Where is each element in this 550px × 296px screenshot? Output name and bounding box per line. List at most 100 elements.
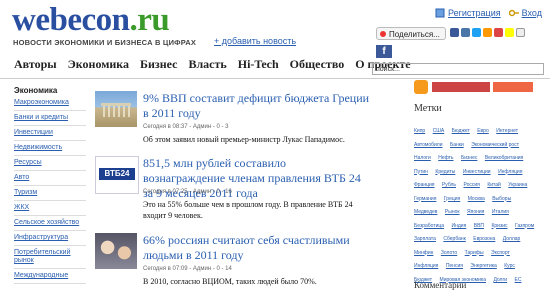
site-logo[interactable]: webecon.ru	[12, 2, 170, 38]
tag-link[interactable]: Кризис	[491, 221, 507, 232]
register-label: Регистрация	[448, 8, 501, 18]
tag-link[interactable]: Экспорт	[491, 248, 510, 259]
article-meta: Сегодня в 07:25 - Админ - 0 - 16	[143, 189, 232, 195]
tag-link[interactable]: Москва	[468, 194, 485, 205]
tag-link[interactable]: Италия	[492, 207, 509, 218]
sidebar-item[interactable]: Международные	[14, 269, 86, 284]
parthenon-image	[101, 103, 131, 117]
sidebar-item[interactable]: Недвижимость	[14, 141, 86, 156]
sidebar-item[interactable]: Потребительский рынок	[14, 246, 86, 269]
rss-icon[interactable]	[414, 80, 428, 94]
subscribe-counter[interactable]	[432, 82, 490, 92]
tag-link[interactable]: Сбербанк	[443, 234, 465, 245]
tag-link[interactable]: Интернет	[496, 126, 518, 137]
article-thumbnail[interactable]: ВТБ24	[95, 156, 139, 194]
tag-link[interactable]: Рубль	[442, 180, 456, 191]
key-icon	[508, 9, 519, 17]
nav-economy[interactable]: Экономика	[68, 57, 129, 72]
vk-icon[interactable]	[461, 28, 470, 37]
sidebar-item[interactable]: Ресурсы	[14, 156, 86, 171]
nav-business[interactable]: Бизнес	[140, 57, 177, 72]
tag-link[interactable]: США	[433, 126, 445, 137]
sidebar-item[interactable]: Инфраструктура	[14, 231, 86, 246]
top-links: Регистрация Вход	[435, 8, 542, 18]
bookmark-icon[interactable]	[505, 28, 514, 37]
tag-link[interactable]: Выборы	[492, 194, 511, 205]
tag-link[interactable]: Нефть	[438, 153, 453, 164]
tag-link[interactable]: Безработица	[414, 221, 444, 232]
tag-link[interactable]: Россия	[463, 180, 479, 191]
tag-link[interactable]: Золото	[441, 248, 457, 259]
facebook-icon[interactable]	[450, 28, 459, 37]
tag-link[interactable]: Греция	[444, 194, 460, 205]
tag-link[interactable]: Пенсия	[446, 261, 463, 272]
tag-link[interactable]: Инфляция	[498, 167, 522, 178]
tag-link[interactable]: Курс	[504, 261, 515, 272]
article-thumbnail[interactable]	[95, 233, 137, 269]
tag-link[interactable]: Минфин	[414, 248, 433, 259]
tag-link[interactable]: Украина	[508, 180, 527, 191]
feed-counter[interactable]	[493, 82, 533, 92]
tag-link[interactable]: Банки	[450, 140, 464, 151]
tag-link[interactable]: Энергетика	[470, 261, 496, 272]
tag-link[interactable]: Бюджет	[452, 126, 470, 137]
share-button[interactable]: Поделиться...	[376, 27, 446, 40]
article-item: 9% ВВП составит дефицит бюджета Греции в…	[95, 91, 369, 149]
tag-link[interactable]: Газпром	[515, 221, 534, 232]
article-title[interactable]: 9% ВВП составит дефицит бюджета Греции в…	[143, 91, 371, 121]
tag-link[interactable]: Долги	[493, 275, 507, 286]
tag-link[interactable]: Путин	[414, 167, 428, 178]
search-input[interactable]: поиск...	[372, 63, 544, 75]
tag-link[interactable]: Автомобили	[414, 140, 442, 151]
article-item: 66% россиян считают себя счастливыми люд…	[95, 233, 365, 293]
tag-link[interactable]: Тарифы	[465, 248, 484, 259]
article-title[interactable]: 66% россиян считают себя счастливыми люд…	[143, 233, 371, 263]
add-news-link[interactable]: + добавить новость	[214, 36, 296, 46]
register-link[interactable]: Регистрация	[435, 8, 501, 18]
header-divider	[0, 78, 550, 79]
tag-link[interactable]: Еврозона	[473, 234, 495, 245]
odnoklassniki-icon[interactable]	[483, 28, 492, 37]
sidebar-item[interactable]: Туризм	[14, 186, 86, 201]
article-meta: Сегодня в 07:09 - Админ - 0 - 14	[143, 266, 232, 272]
more-icon[interactable]	[516, 28, 525, 37]
sidebar-item[interactable]: ЖКХ	[14, 201, 86, 216]
tag-link[interactable]: Кипр	[414, 126, 425, 137]
tag-link[interactable]: Экономический рост	[471, 140, 519, 151]
tag-link[interactable]: ЕС	[515, 275, 522, 286]
nav-authors[interactable]: Авторы	[14, 57, 57, 72]
mailru-icon[interactable]	[494, 28, 503, 37]
article-thumbnail[interactable]	[95, 91, 137, 127]
tag-link[interactable]: ВВП	[474, 221, 484, 232]
tag-link[interactable]: Инвестиции	[463, 167, 491, 178]
nav-power[interactable]: Власть	[188, 57, 226, 72]
tag-link[interactable]: Япония	[467, 207, 484, 218]
tag-link[interactable]: Зарплата	[414, 234, 436, 245]
tag-link[interactable]: Налоги	[414, 153, 431, 164]
tag-cloud: Кипр США Бюджет Евро Интернет Автомобили…	[414, 123, 542, 285]
tag-link[interactable]: Великобритания	[485, 153, 523, 164]
tag-link[interactable]: Доллар	[503, 234, 521, 245]
sidebar-item[interactable]: Макроэкономика	[14, 96, 86, 111]
tag-link[interactable]: Китай	[487, 180, 501, 191]
nav-hitech[interactable]: Hi-Tech	[238, 57, 279, 72]
tag-link[interactable]: Индия	[452, 221, 467, 232]
logo-part2: .ru	[129, 2, 170, 38]
nav-society[interactable]: Общество	[290, 57, 345, 72]
tag-link[interactable]: Германия	[414, 194, 436, 205]
sidebar-item[interactable]: Сельское хозяйство	[14, 216, 86, 231]
tag-link[interactable]: Франция	[414, 180, 435, 191]
tag-link[interactable]: Рынок	[445, 207, 460, 218]
tag-link[interactable]: Евро	[477, 126, 489, 137]
tag-link[interactable]: Медведев	[414, 207, 437, 218]
tag-link[interactable]: Кредиты	[435, 167, 455, 178]
sidebar-item[interactable]: Банки и кредиты	[14, 111, 86, 126]
sidebar-item[interactable]: Авто	[14, 171, 86, 186]
sidebar-item[interactable]: Инвестиции	[14, 126, 86, 141]
site-tagline: НОВОСТИ ЭКОНОМИКИ И БИЗНЕСА В ЦИФРАХ	[13, 38, 197, 47]
tag-link[interactable]: Бизнес	[461, 153, 477, 164]
tag-link[interactable]: Инфляция	[414, 261, 438, 272]
twitter-icon[interactable]	[472, 28, 481, 37]
login-link[interactable]: Вход	[508, 8, 542, 18]
login-label: Вход	[521, 8, 542, 18]
